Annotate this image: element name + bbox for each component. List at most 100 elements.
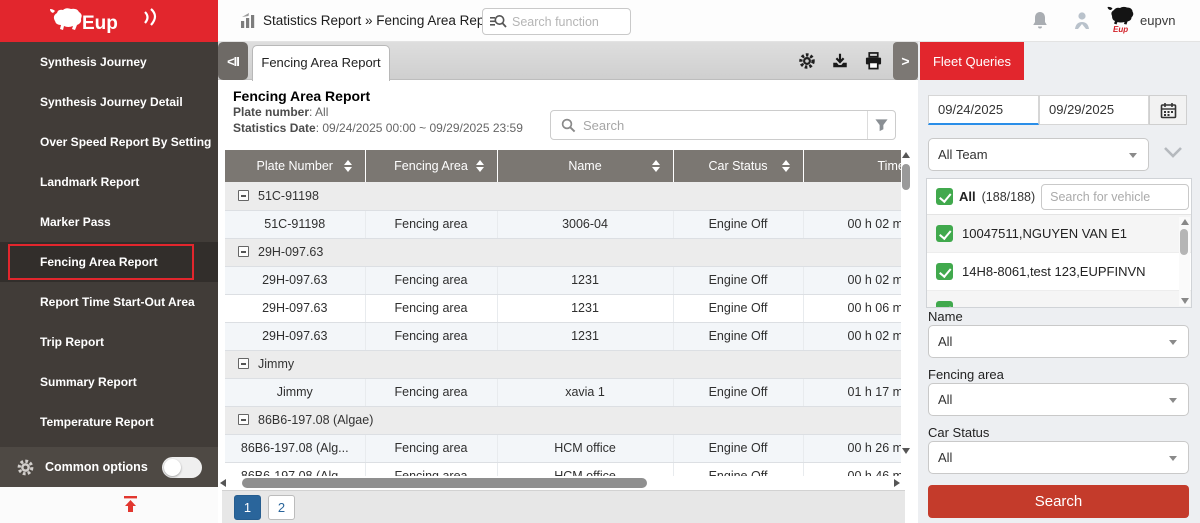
statistics-date-value: 09/24/2025 00:00 ~ 09/29/2025 23:59 (322, 121, 523, 135)
table-row[interactable]: 29H-097.63Fencing area1231Engine Off00 h… (225, 322, 901, 350)
scroll-up-arrow-icon[interactable] (902, 152, 910, 158)
table-vertical-scrollbar[interactable] (901, 150, 911, 456)
common-options-label: Common options (45, 460, 148, 474)
scroll-to-top-icon[interactable] (122, 495, 139, 518)
sidebar-item-label: Marker Pass (0, 202, 218, 242)
vehicle-checkbox[interactable] (936, 225, 953, 242)
column-header-name[interactable]: Name (497, 150, 673, 182)
fleet-queries-button[interactable]: Fleet Queries (920, 42, 1024, 80)
table-row[interactable]: 29H-097.63Fencing area1231Engine Off00 h… (225, 266, 901, 294)
table-group-row[interactable]: 51C-91198 (225, 182, 901, 210)
cell-plate-number: 29H-097.63 (225, 294, 365, 322)
table-group-row[interactable]: 86B6-197.08 (Algae) (225, 406, 901, 434)
user-account-icon[interactable] (1072, 10, 1092, 36)
filter-funnel-button[interactable] (867, 111, 895, 139)
function-search-input[interactable] (512, 15, 612, 29)
team-select[interactable]: All Team (928, 138, 1149, 171)
sidebar-item-synthesis-journey-detail[interactable]: Synthesis Journey Detail (0, 82, 218, 122)
scroll-down-arrow-icon[interactable] (1181, 298, 1189, 304)
download-icon[interactable] (831, 52, 849, 75)
group-label: 51C-91198 (258, 189, 319, 203)
vehicle-checkbox[interactable] (936, 263, 953, 280)
report-table: Plate NumberFencing AreaNameCar StatusTi… (225, 150, 901, 476)
table-row[interactable]: 86B6-197.08 (Alg...Fencing areaHCM offic… (225, 434, 901, 462)
table-row[interactable]: 29H-097.63Fencing area1231Engine Off00 h… (225, 294, 901, 322)
funnel-icon (874, 118, 889, 132)
common-options-bar[interactable]: Common options (0, 447, 218, 487)
print-icon[interactable] (864, 52, 883, 75)
function-search-box[interactable] (482, 8, 631, 35)
scroll-right-arrow-icon[interactable] (894, 479, 900, 487)
sort-up-icon (476, 160, 484, 165)
settings-gear-icon[interactable] (798, 52, 816, 75)
table-row[interactable]: JimmyFencing areaxavia 1Engine Off01 h 1… (225, 378, 901, 406)
username-label[interactable]: eupvn (1140, 0, 1175, 42)
table-group-row[interactable]: 29H-097.63 (225, 238, 901, 266)
sidebar-item-report-time-start-out-area[interactable]: Report Time Start-Out Area (0, 282, 218, 322)
table-row[interactable]: 51C-91198Fencing area3006-04Engine Off00… (225, 210, 901, 238)
filter-select-name[interactable]: All (928, 325, 1189, 358)
collapse-minus-icon[interactable] (238, 246, 249, 257)
search-button[interactable]: Search (928, 485, 1189, 518)
sidebar-item-over-speed-report-by-setting[interactable]: Over Speed Report By Setting (0, 122, 218, 162)
date-from-input[interactable]: 09/24/2025 (928, 95, 1039, 125)
scroll-left-arrow-icon[interactable] (220, 479, 226, 487)
vehicle-checkbox[interactable] (936, 301, 953, 308)
vertical-scroll-thumb[interactable] (902, 164, 910, 190)
sidebar-item-synthesis-journey[interactable]: Synthesis Journey (0, 42, 218, 82)
column-header-car-status[interactable]: Car Status (673, 150, 803, 182)
column-header-fencing-area[interactable]: Fencing Area (365, 150, 497, 182)
common-options-toggle[interactable] (162, 457, 202, 478)
collapse-minus-icon[interactable] (238, 414, 249, 425)
main-content: <II Fencing Area Report > Fencing Area R… (218, 42, 918, 523)
cell-fencing-area: Fencing area (365, 462, 497, 476)
tab-fencing-area-report[interactable]: Fencing Area Report (252, 45, 390, 81)
vehicle-list-scrollbar[interactable] (1179, 217, 1190, 306)
page-button-1[interactable]: 1 (234, 495, 261, 520)
report-title: Fencing Area Report (233, 88, 370, 104)
sidebar-item-summary-report[interactable]: Summary Report (0, 362, 218, 402)
sidebar-item-temperature-report[interactable]: Temperature Report (0, 402, 218, 442)
table-row[interactable]: 86B6-197.08 (Alg...Fencing areaHCM offic… (225, 462, 901, 476)
collapse-sidebar-button[interactable]: <II (218, 42, 248, 80)
horizontal-scroll-thumb[interactable] (242, 478, 647, 488)
panel-collapse-button[interactable]: > (893, 42, 918, 80)
collapse-minus-icon[interactable] (238, 190, 249, 201)
scroll-up-arrow-icon[interactable] (1181, 219, 1189, 225)
date-to-input[interactable]: 09/29/2025 (1039, 95, 1149, 125)
vehicle-row[interactable]: 14H8-8061,test 123,EUPFINVN (927, 253, 1191, 291)
table-search-box[interactable] (551, 118, 867, 133)
scroll-down-arrow-icon[interactable] (902, 448, 910, 454)
sidebar-item-marker-pass[interactable]: Marker Pass (0, 202, 218, 242)
vehicle-row[interactable] (927, 291, 1191, 308)
calendar-button[interactable] (1149, 95, 1187, 125)
sidebar-item-label: Over Speed Report By Setting (0, 122, 218, 162)
select-all-checkbox[interactable] (936, 188, 953, 205)
chevron-down-icon[interactable] (1160, 142, 1186, 169)
table-group-row[interactable]: Jimmy (225, 350, 901, 378)
filter-select-fencing-area[interactable]: All (928, 383, 1189, 416)
app-logo[interactable]: Eup (0, 0, 218, 42)
cell-time: 00 h 26 m (803, 434, 901, 462)
vehicle-count: (188/188) (982, 190, 1036, 204)
vehicle-scroll-thumb[interactable] (1180, 229, 1188, 255)
sort-arrows-icon[interactable] (344, 160, 352, 172)
notification-bell-icon[interactable] (1030, 10, 1050, 36)
filter-select-car-status[interactable]: All (928, 441, 1189, 474)
table-search-input[interactable] (583, 118, 857, 133)
vehicle-search-input[interactable] (1041, 184, 1189, 210)
table-search-group (550, 110, 896, 140)
column-header-plate-number[interactable]: Plate Number (225, 150, 365, 182)
sort-arrows-icon[interactable] (476, 160, 484, 172)
vehicle-row[interactable]: 10047511,NGUYEN VAN E1 (927, 215, 1191, 253)
sort-arrows-icon[interactable] (782, 160, 790, 172)
column-header-time[interactable]: Time (803, 150, 901, 182)
sidebar-item-landmark-report[interactable]: Landmark Report (0, 162, 218, 202)
sort-arrows-icon[interactable] (652, 160, 660, 172)
sidebar-item-fencing-area-report[interactable]: Fencing Area Report (0, 242, 218, 282)
collapse-minus-icon[interactable] (238, 358, 249, 369)
page-button-2[interactable]: 2 (268, 495, 295, 520)
gear-icon (16, 458, 35, 477)
table-horizontal-scrollbar[interactable] (220, 478, 900, 490)
sidebar-item-trip-report[interactable]: Trip Report (0, 322, 218, 362)
